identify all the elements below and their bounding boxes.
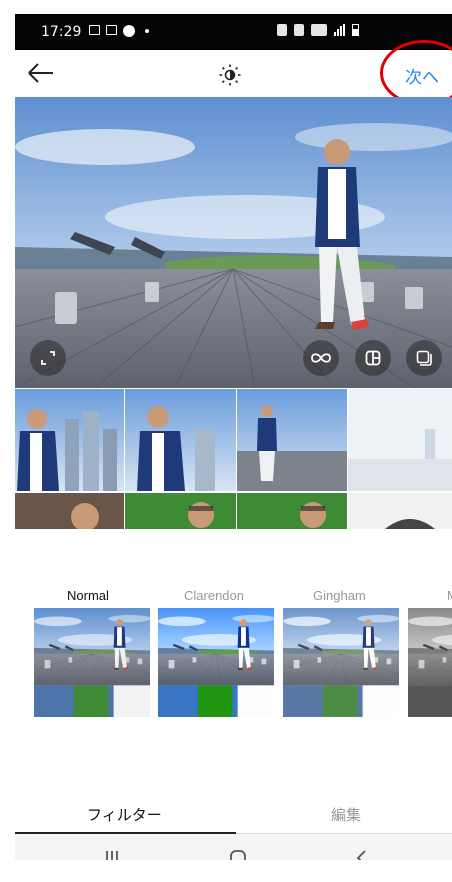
gallery-tile[interactable] [15,493,124,529]
gallery-tile[interactable] [125,493,236,529]
gallery-tile[interactable] [237,493,347,529]
mute-icon [294,24,304,36]
system-nav-bar [15,834,452,860]
filter-thumb-next[interactable] [408,608,452,717]
filter-label-clarendon[interactable]: Clarendon [184,588,244,603]
gallery-grid [15,389,452,529]
gallery-icon [89,25,100,35]
arrow-left-icon[interactable] [27,62,55,84]
expand-icon[interactable] [30,340,66,376]
status-left-icons [89,25,149,37]
app-screen: 17:29 次へ Normal Clarendon Gingham フィルター … [15,14,452,860]
boomerang-icon[interactable] [303,340,339,376]
signal-icon [334,24,345,36]
status-bar: 17:29 [15,14,452,50]
battery-icon [352,24,359,36]
home-icon[interactable] [229,849,247,860]
gallery-tile[interactable] [237,389,347,491]
dot-icon [145,29,149,33]
status-time: 17:29 [41,24,82,40]
alarm-icon [277,24,287,36]
photo-preview[interactable] [15,97,452,388]
mail-icon [106,25,117,35]
gallery-tile[interactable] [125,389,236,491]
wifi-icon [311,24,327,36]
back-nav-icon[interactable] [355,850,367,860]
top-bar: 次へ [15,40,452,106]
filter-thumb-clarendon[interactable] [158,608,274,717]
filter-thumb-normal[interactable] [34,608,150,717]
filter-label-next[interactable]: M [447,588,452,603]
multi-select-icon[interactable] [406,340,442,376]
tab-filter[interactable]: フィルター [87,804,162,825]
gallery-tile[interactable] [15,389,124,491]
layout-icon[interactable] [355,340,391,376]
filter-thumb-gingham[interactable] [283,608,399,717]
tab-edit[interactable]: 編集 [331,804,361,825]
check-circle-icon [123,25,135,37]
status-right-icons [277,24,359,36]
preview-image [15,97,452,388]
filter-label-gingham[interactable]: Gingham [313,588,366,603]
gallery-tile[interactable] [348,389,452,491]
filter-label-normal[interactable]: Normal [67,588,109,603]
brightness-icon[interactable] [219,64,241,86]
recent-apps-icon[interactable] [105,850,119,860]
